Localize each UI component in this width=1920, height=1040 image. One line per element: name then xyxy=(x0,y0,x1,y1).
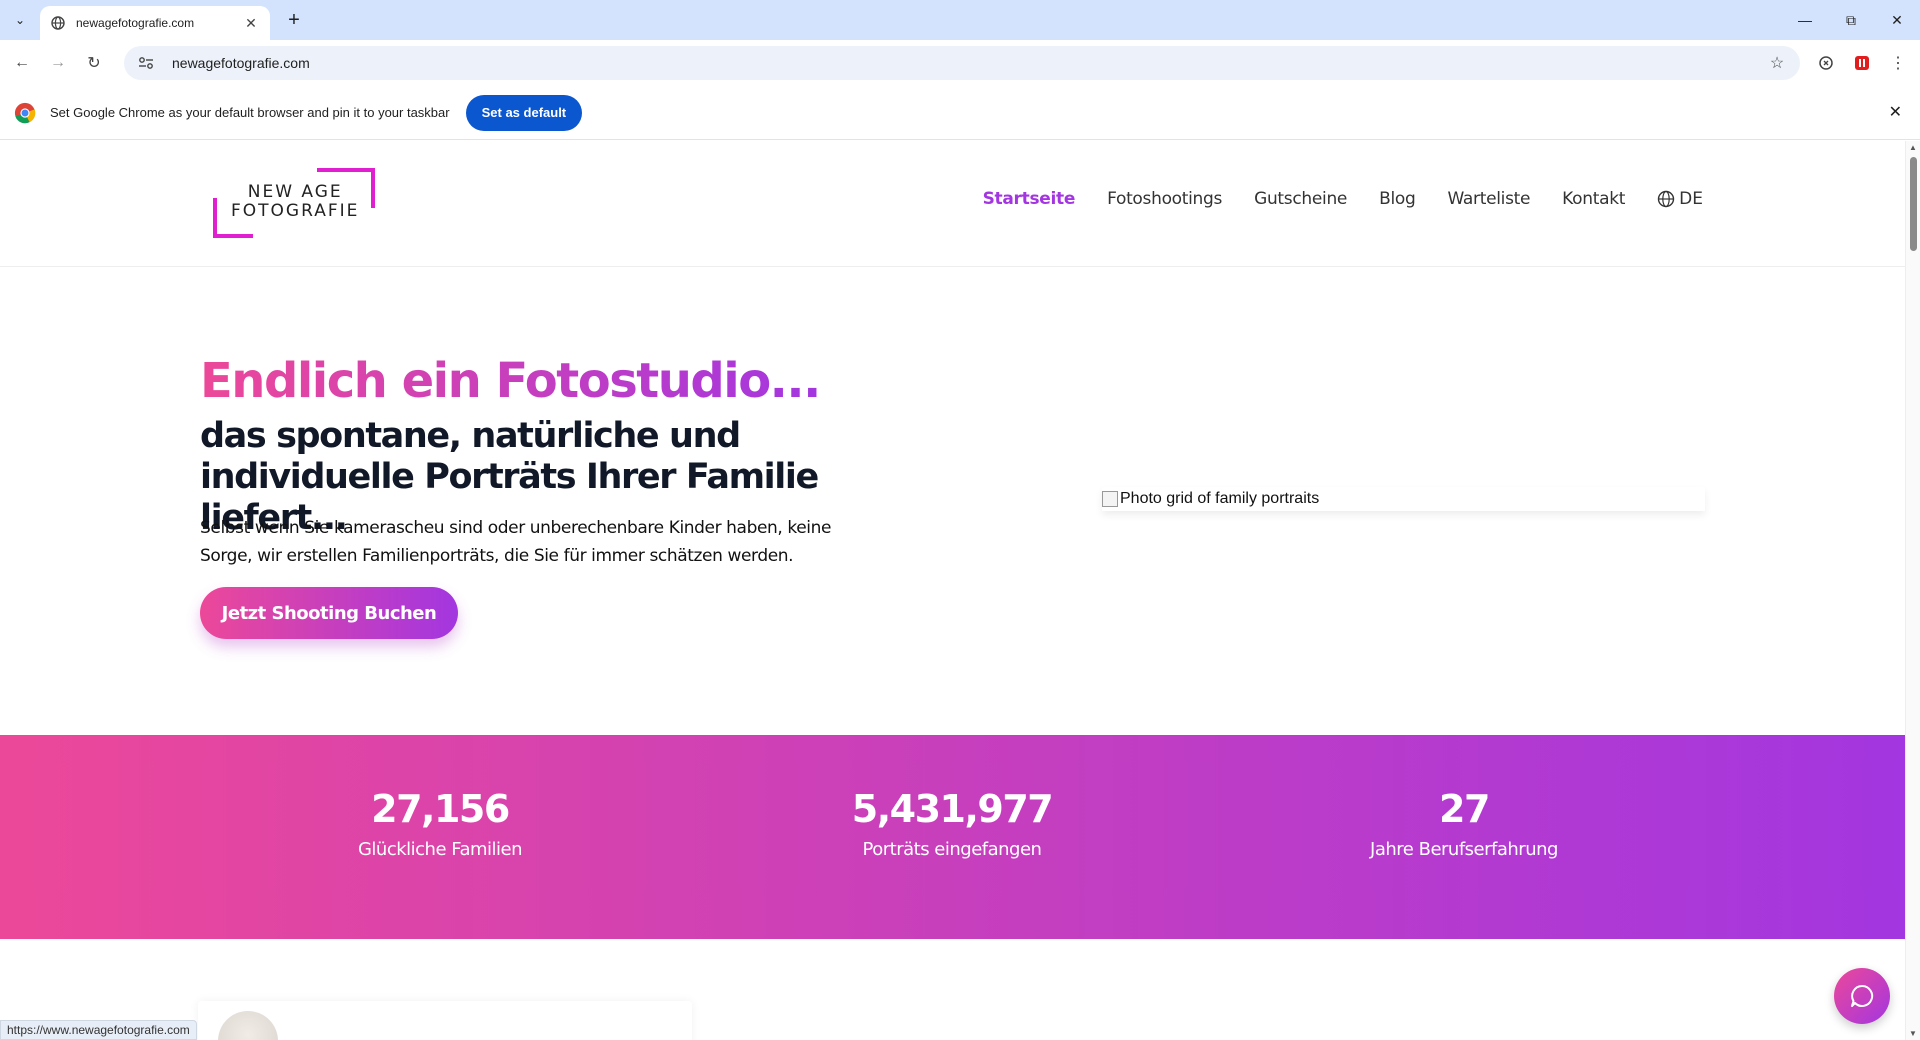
stats-banner: 27,156 Glückliche Familien 5,431,977 Por… xyxy=(0,735,1905,939)
tab-strip: ⌄ newagefotografie.com ✕ + — ⧉ ✕ xyxy=(0,0,1920,40)
back-arrow-icon[interactable]: ← xyxy=(10,51,34,75)
restore-icon[interactable]: ⧉ xyxy=(1828,0,1874,40)
bookmark-star-icon[interactable]: ☆ xyxy=(1762,53,1792,73)
nav-item-kontakt[interactable]: Kontakt xyxy=(1562,189,1625,209)
stat-families: 27,156 Glückliche Familien xyxy=(240,787,640,860)
tab-title: newagefotografie.com xyxy=(76,16,195,30)
menu-kebab-icon[interactable]: ⋮ xyxy=(1886,51,1910,75)
reload-icon[interactable]: ↻ xyxy=(82,51,106,75)
hero-image: Photo grid of family portraits xyxy=(1102,487,1705,511)
chrome-logo-icon xyxy=(14,102,36,123)
close-tab-icon[interactable]: ✕ xyxy=(242,15,260,32)
testimonial-card xyxy=(198,1001,692,1040)
stat-label: Jahre Berufserfahrung xyxy=(1370,839,1558,860)
stat-label: Glückliche Familien xyxy=(357,839,523,860)
scroll-down-icon[interactable]: ▼ xyxy=(1909,1029,1917,1038)
hero-text: Selbst wenn Sie kamerascheu sind oder un… xyxy=(200,518,832,566)
page-scrollbar[interactable]: ▲ ▼ xyxy=(1905,141,1920,1040)
language-label: DE xyxy=(1679,189,1703,209)
forward-arrow-icon[interactable]: → xyxy=(46,51,70,75)
chat-button[interactable] xyxy=(1834,968,1890,1024)
infobar-message: Set Google Chrome as your default browse… xyxy=(50,105,450,120)
default-browser-infobar: Set Google Chrome as your default browse… xyxy=(0,86,1920,140)
site-logo[interactable]: NEW AGE FOTOGRAFIE xyxy=(213,168,375,240)
logo-line-1: NEW AGE xyxy=(247,182,343,202)
stat-years: 27 Jahre Berufserfahrung xyxy=(1264,787,1664,860)
page-viewport: NEW AGE FOTOGRAFIE Startseite Fotoshooti… xyxy=(0,141,1905,1040)
broken-image-icon xyxy=(1102,491,1118,507)
address-bar[interactable]: newagefotografie.com ☆ xyxy=(124,46,1800,80)
nav-item-fotoshootings[interactable]: Fotoshootings xyxy=(1107,189,1222,209)
stat-portraits: 5,431,977 Porträts eingefangen xyxy=(752,787,1152,860)
site-header: NEW AGE FOTOGRAFIE Startseite Fotoshooti… xyxy=(0,141,1905,267)
portrait-photo xyxy=(218,1011,278,1040)
globe-icon xyxy=(50,15,66,31)
nav-item-blog[interactable]: Blog xyxy=(1379,189,1416,209)
minimize-icon[interactable]: — xyxy=(1782,0,1828,40)
chat-bubble-icon xyxy=(1851,984,1874,1007)
extension-red-icon[interactable] xyxy=(1850,51,1874,75)
stat-value: 27 xyxy=(1439,787,1490,831)
stat-value: 5,431,977 xyxy=(851,787,1054,831)
link-status-bubble: https://www.newagefotografie.com xyxy=(0,1020,197,1040)
scroll-up-icon[interactable]: ▲ xyxy=(1909,143,1917,152)
logo-line-2: FOTOGRAFIE xyxy=(231,201,360,221)
close-infobar-icon[interactable]: ✕ xyxy=(1889,102,1902,122)
nav-item-gutscheine[interactable]: Gutscheine xyxy=(1254,189,1347,209)
book-shooting-button[interactable]: Jetzt Shooting Buchen xyxy=(200,587,458,639)
globe-icon xyxy=(1657,190,1675,208)
set-as-default-button[interactable]: Set as default xyxy=(465,94,583,131)
stat-label: Porträts eingefangen xyxy=(862,839,1042,860)
nav-item-startseite[interactable]: Startseite xyxy=(983,189,1076,209)
hero-image-alt: Photo grid of family portraits xyxy=(1120,490,1320,507)
stat-value: 27,156 xyxy=(371,787,510,831)
scrollbar-thumb[interactable] xyxy=(1910,157,1917,251)
main-navigation: Startseite Fotoshootings Gutscheine Blog… xyxy=(951,189,1703,209)
nav-item-warteliste[interactable]: Warteliste xyxy=(1447,189,1530,209)
url-text: newagefotografie.com xyxy=(172,55,310,71)
browser-toolbar: ← → ↻ newagefotografie.com ☆ ⋮ xyxy=(0,40,1920,86)
logo-text: NEW AGE FOTOGRAFIE xyxy=(231,183,359,221)
language-switcher[interactable]: DE xyxy=(1657,189,1703,209)
extension-icon[interactable] xyxy=(1814,51,1838,75)
window-controls: — ⧉ ✕ xyxy=(1782,0,1920,40)
site-settings-icon[interactable] xyxy=(134,56,158,70)
browser-tab[interactable]: newagefotografie.com ✕ xyxy=(40,6,270,40)
close-window-icon[interactable]: ✕ xyxy=(1874,0,1920,40)
chevron-down-icon: ⌄ xyxy=(14,13,26,27)
hero-headline: Endlich ein Fotostudio... xyxy=(200,353,821,409)
tab-search-button[interactable]: ⌄ xyxy=(8,8,32,32)
new-tab-button[interactable]: + xyxy=(282,8,306,32)
